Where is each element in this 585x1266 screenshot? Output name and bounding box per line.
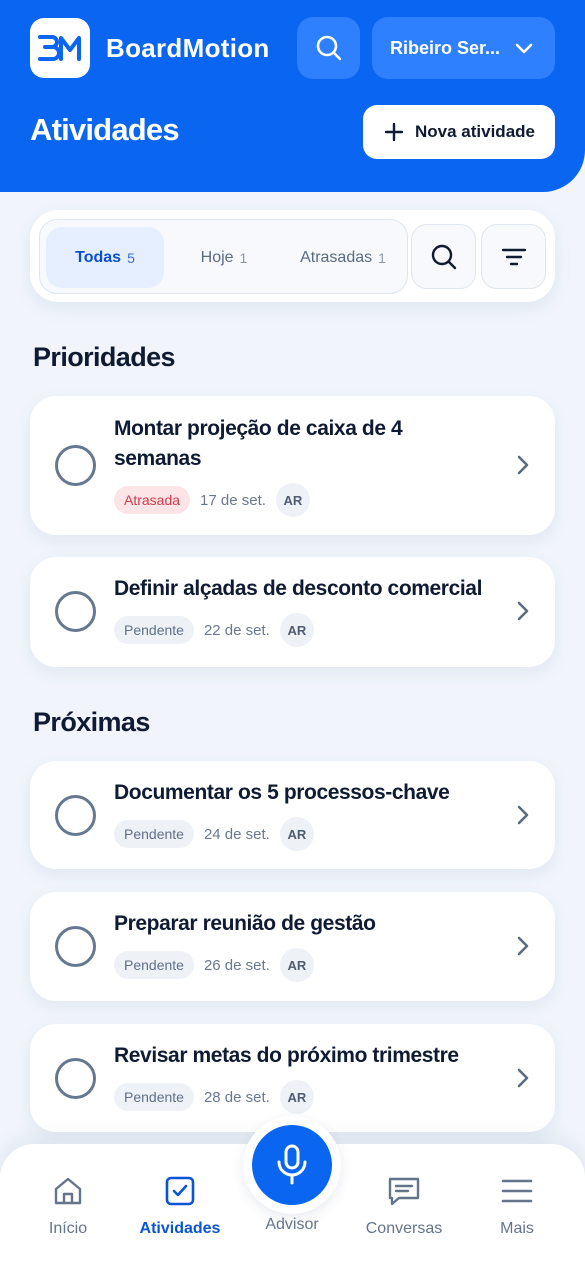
search-icon (316, 35, 341, 61)
task-title-line2: semanas (114, 447, 202, 470)
task-meta: Pendente 28 de set. AR (114, 1080, 314, 1114)
tab-label: Atrasadas (300, 248, 373, 266)
tab-hoje[interactable]: Hoje 1 (170, 227, 278, 288)
task-title: Revisar metas do próximo trimestre (114, 1044, 459, 1067)
status-badge: Pendente (114, 616, 194, 644)
tab-atrasadas[interactable]: Atrasadas 1 (284, 227, 402, 288)
task-complete-checkbox[interactable] (55, 445, 96, 486)
tab-count: 5 (127, 249, 135, 266)
task-date: 26 de set. (203, 956, 270, 974)
section-title-priorities: Prioridades (33, 342, 176, 372)
task-card[interactable]: Definir alçadas de desconto comercial Pe… (30, 557, 555, 667)
header-search-button[interactable] (297, 17, 360, 79)
assignee-avatar: AR (279, 1080, 314, 1114)
menu-icon (501, 1174, 533, 1208)
nav-item-mais[interactable]: Mais (461, 1174, 573, 1244)
chevron-right-icon (517, 1068, 529, 1093)
boardmotion-logo (30, 18, 90, 78)
nav-label-advisor: Advisor (265, 1216, 319, 1233)
task-title: Documentar os 5 processos-chave (114, 781, 450, 804)
app-header: BoardMotion Ribeiro Ser... Atividades No… (0, 0, 585, 192)
section-title-upcoming: Próximas (33, 707, 150, 737)
tab-count: 1 (378, 249, 386, 266)
filter-search-button[interactable] (411, 224, 476, 289)
task-meta: Pendente 26 de set. AR (114, 948, 314, 982)
task-title: Definir alçadas de desconto comercial (114, 577, 483, 600)
chevron-right-icon (517, 601, 529, 626)
checkbox-icon (164, 1174, 196, 1208)
advisor-mic-button[interactable] (252, 1125, 332, 1205)
user-menu-button[interactable]: Ribeiro Ser... (372, 17, 555, 79)
task-complete-checkbox[interactable] (55, 591, 96, 632)
tab-count: 1 (239, 249, 248, 266)
task-date: 28 de set. (203, 1088, 270, 1106)
assignee-avatar: AR (279, 613, 314, 647)
status-badge: Pendente (114, 951, 194, 979)
nav-item-conversas[interactable]: Conversas (348, 1174, 460, 1244)
task-date: 17 de set. (200, 491, 266, 509)
plus-icon (385, 123, 403, 141)
user-name: Ribeiro Ser... (390, 37, 501, 58)
task-complete-checkbox[interactable] (55, 926, 96, 967)
task-card[interactable]: Documentar os 5 processos-chave Pendente… (30, 761, 555, 869)
task-title: Preparar reunião de gestão (114, 912, 376, 935)
chevron-right-icon (517, 936, 529, 961)
nav-label: Início (48, 1220, 88, 1237)
chevron-right-icon (517, 455, 529, 480)
task-date: 22 de set. (203, 621, 270, 639)
assignee-avatar: AR (279, 817, 314, 851)
filter-options-button[interactable] (481, 224, 546, 289)
assignee-avatar: AR (279, 948, 314, 982)
task-title-line1: Montar projeção de caixa de 4 (114, 417, 403, 440)
task-card[interactable]: Preparar reunião de gestão Pendente 26 d… (30, 892, 555, 1001)
logo-mark-icon (38, 35, 81, 61)
task-card[interactable]: Montar projeção de caixa de 4 semanas At… (30, 396, 555, 535)
task-complete-checkbox[interactable] (55, 1058, 96, 1099)
search-icon (431, 244, 456, 269)
task-meta: Atrasada 17 de set. AR (114, 483, 310, 517)
task-meta: Pendente 24 de set. AR (114, 817, 314, 851)
filter-icon (501, 248, 526, 265)
new-activity-label: Nova atividade (415, 122, 535, 141)
task-complete-checkbox[interactable] (55, 795, 96, 836)
mic-icon (277, 1144, 307, 1185)
filter-bar: Todas 5 Hoje 1 Atrasadas 1 (30, 210, 555, 302)
nav-label: Mais (500, 1220, 534, 1237)
tab-label: Todas (75, 248, 122, 266)
chat-icon (387, 1174, 421, 1208)
task-date: 24 de set. (203, 825, 270, 843)
status-badge: Pendente (114, 1083, 194, 1111)
task-title: Montar projeção de caixa de 4 semanas (114, 414, 424, 474)
nav-item-inicio[interactable]: Início (12, 1174, 124, 1244)
tab-todas[interactable]: Todas 5 (46, 227, 164, 288)
nav-label: Conversas (365, 1220, 443, 1237)
tab-label: Hoje (200, 248, 234, 266)
assignee-avatar: AR (275, 483, 310, 517)
nav-item-atividades[interactable]: Atividades (124, 1174, 236, 1244)
status-badge: Atrasada (114, 486, 191, 514)
status-badge: Pendente (114, 820, 194, 848)
chevron-right-icon (517, 805, 529, 830)
task-meta: Pendente 22 de set. AR (114, 613, 314, 647)
chevron-down-icon (515, 40, 533, 61)
filter-segmented-control: Todas 5 Hoje 1 Atrasadas 1 (39, 219, 408, 294)
new-activity-button[interactable]: Nova atividade (363, 105, 555, 159)
home-icon (52, 1174, 84, 1208)
nav-label: Atividades (139, 1220, 221, 1237)
page-title: Atividades (30, 112, 180, 147)
brand-name: BoardMotion (106, 33, 270, 63)
